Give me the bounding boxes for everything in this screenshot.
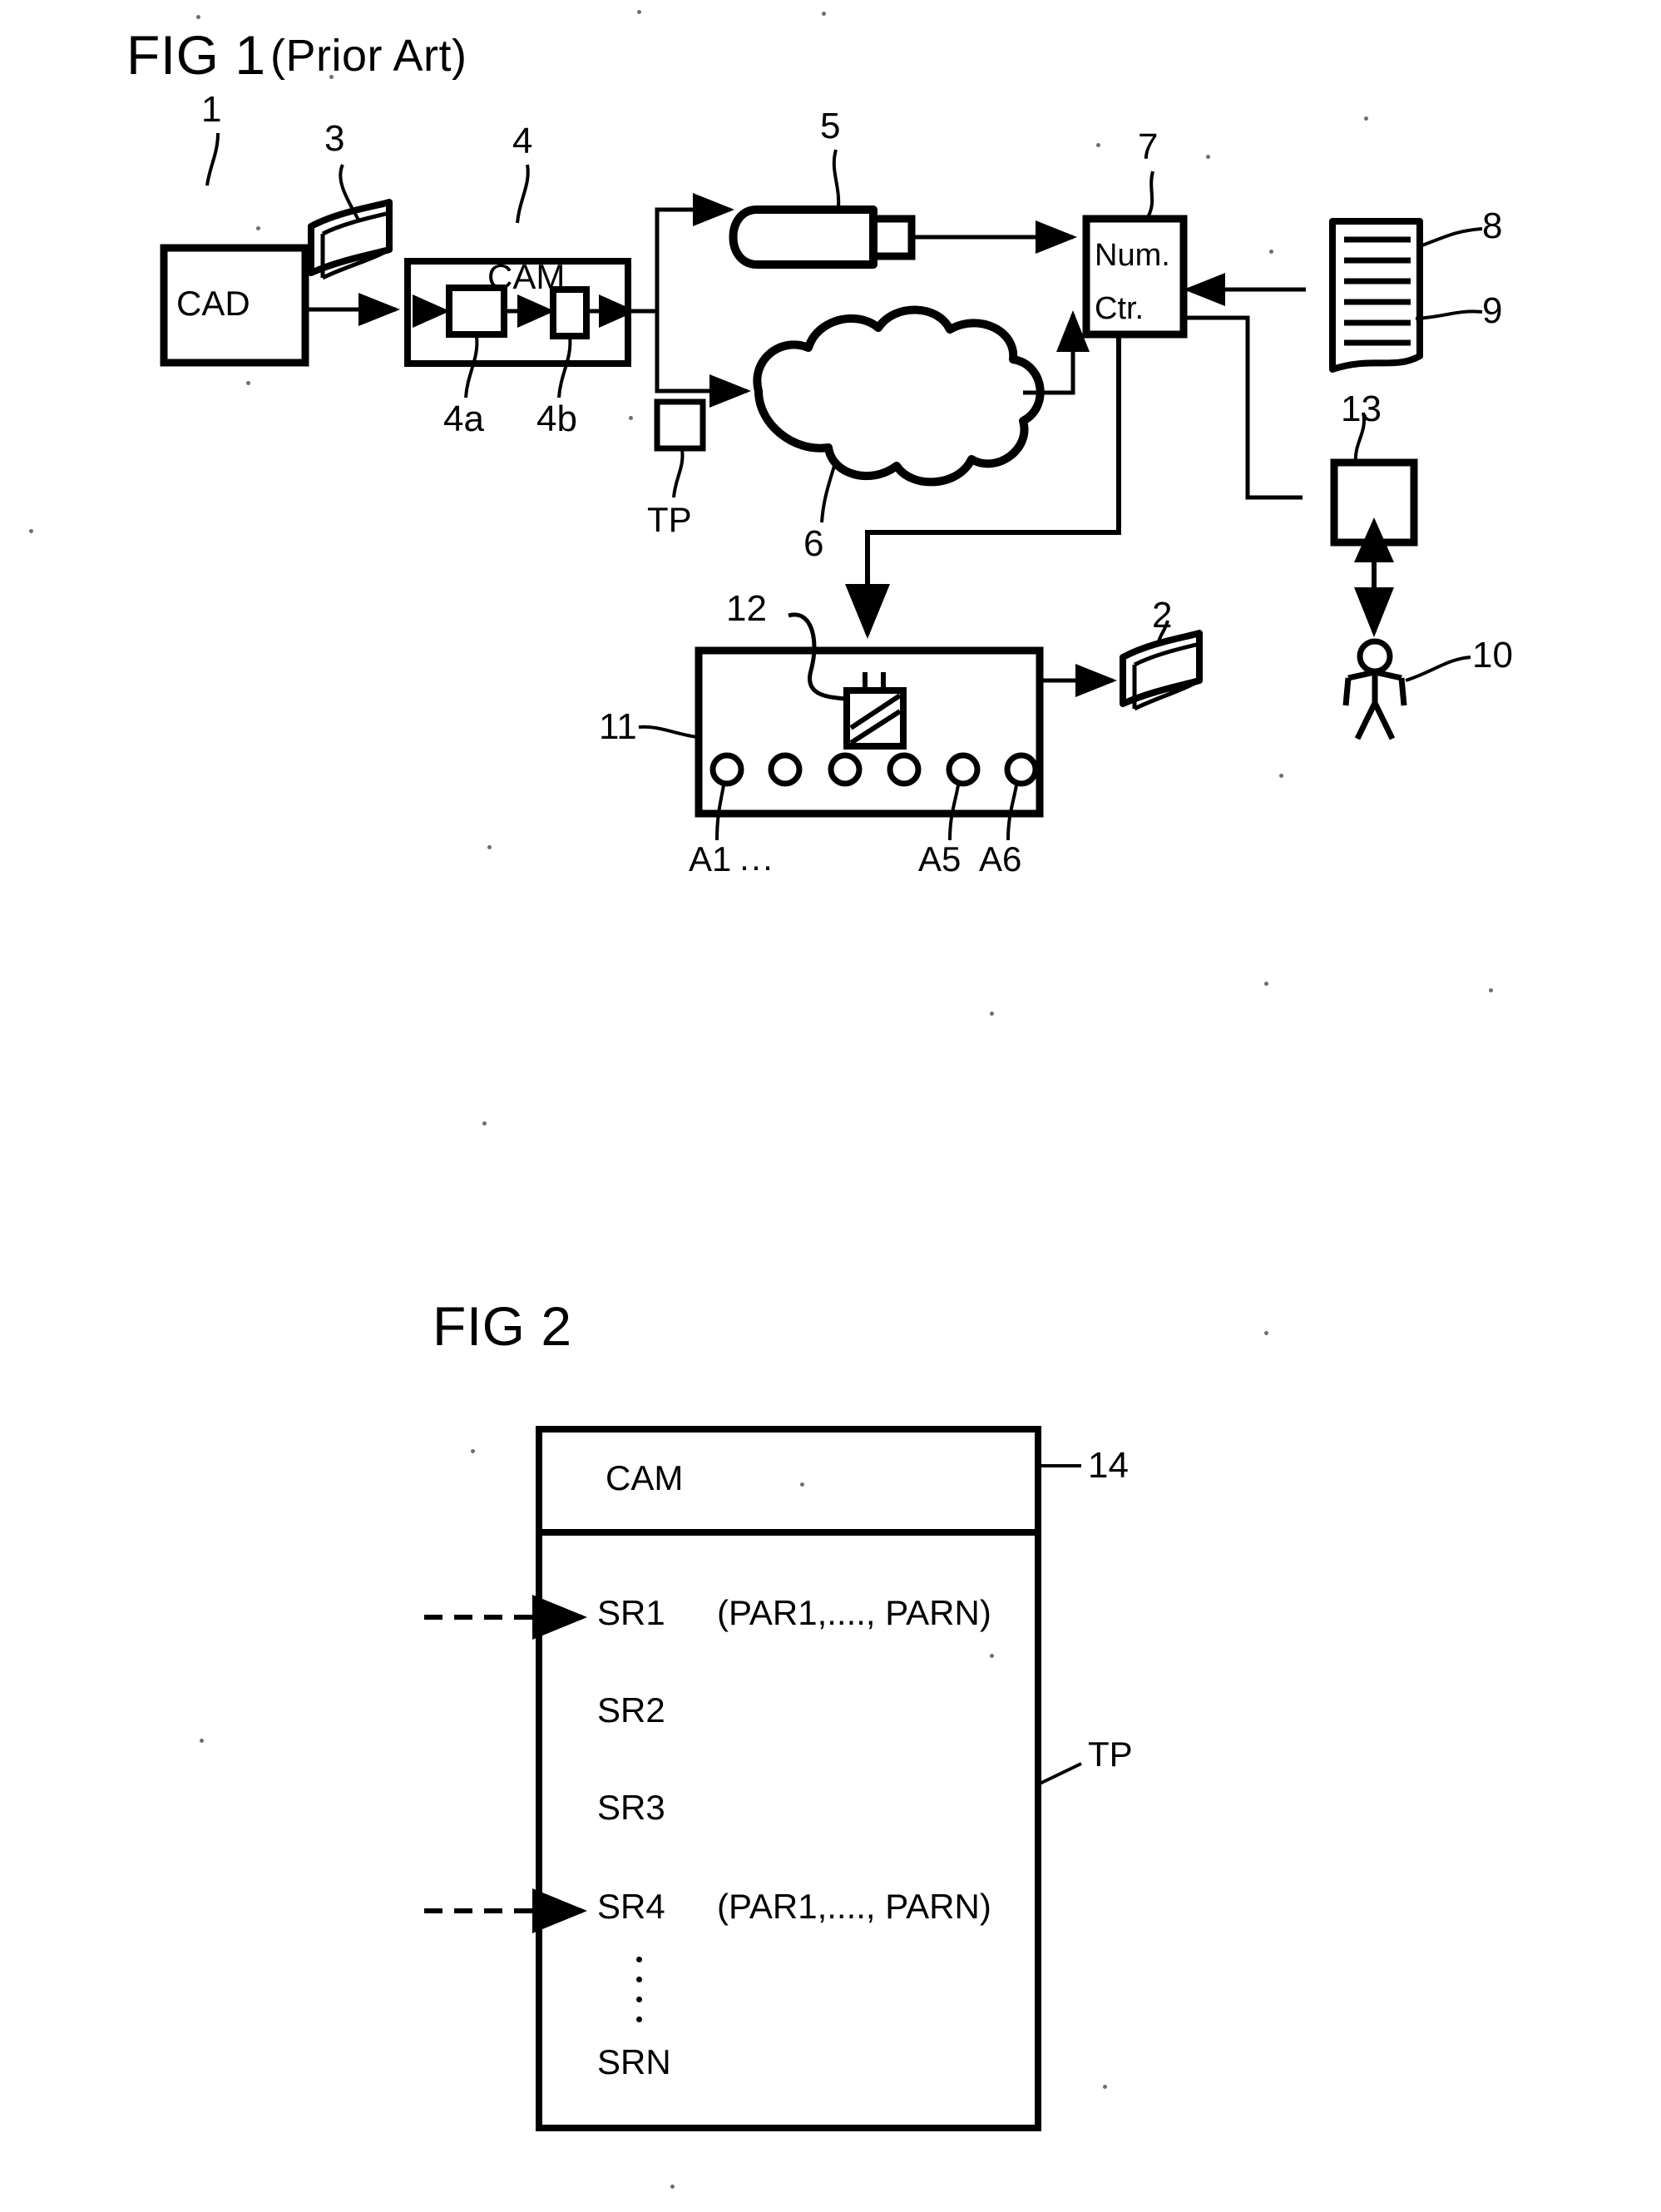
scan-speck xyxy=(670,2185,675,2189)
leader-line-11 xyxy=(638,725,698,739)
fig2-row-name-4: SRN xyxy=(597,2042,671,2081)
leader-line-5 xyxy=(832,149,841,209)
num-ctr-label-line2: Ctr. xyxy=(1095,291,1144,326)
ref-numeral-7: 7 xyxy=(1138,126,1159,167)
scan-speck xyxy=(246,381,250,385)
scan-speck xyxy=(256,226,260,230)
num-ctr-label-line1: Num. xyxy=(1095,238,1170,273)
scan-speck xyxy=(800,1482,804,1487)
operator-terminal-box xyxy=(1330,458,1418,547)
fig1-subtitle: (Prior Art) xyxy=(270,31,467,81)
scan-speck xyxy=(822,12,826,16)
scan-speck xyxy=(329,75,334,79)
line-controller-to-machine xyxy=(845,337,1121,639)
fig2-cam-header: CAM xyxy=(606,1458,684,1497)
diagram-vector-layer xyxy=(160,132,1483,2131)
scan-speck xyxy=(1096,143,1100,147)
ref-numeral-1: 1 xyxy=(201,89,222,130)
tp-label-fig2: TP xyxy=(1088,1734,1133,1774)
ref-numeral-2: 2 xyxy=(1152,595,1173,636)
axis-label-a5: A5 xyxy=(918,839,962,878)
scan-speck xyxy=(471,1449,475,1453)
scan-speck xyxy=(1206,155,1210,159)
scan-speck xyxy=(1269,250,1273,254)
network-cloud-6 xyxy=(753,305,1090,523)
axis-label-a1-ellipsis: ··· xyxy=(739,846,774,885)
fig2-row-params-3: (PAR1,...., PARN) xyxy=(717,1887,991,1926)
cad-label: CAD xyxy=(176,284,250,323)
ref-numeral-9: 9 xyxy=(1482,290,1503,331)
machine-axes-circles xyxy=(709,752,1039,841)
leader-line-tp-fig2 xyxy=(1037,1762,1082,1786)
ref-numeral-13: 13 xyxy=(1341,388,1382,429)
tp-label-fig1: TP xyxy=(647,500,692,539)
scan-speck xyxy=(29,529,33,533)
scan-speck xyxy=(1264,1331,1268,1335)
fig2-row-params-0: (PAR1,...., PARN) xyxy=(717,1593,991,1632)
axis-label-a1: A1 xyxy=(689,839,732,878)
line-controller-to-hmi xyxy=(1184,315,1303,500)
scan-speck xyxy=(990,1654,994,1658)
scan-speck xyxy=(482,1121,487,1126)
scan-speck xyxy=(637,10,641,14)
patent-drawing-page: FIG 1 (Prior Art) 1 3 4 4a 4b 5 6 7 8 9 … xyxy=(0,0,1661,2212)
leader-line-1 xyxy=(205,132,220,186)
scan-speck xyxy=(1364,116,1368,121)
scan-speck xyxy=(1264,982,1268,986)
machining-tool-12 xyxy=(843,672,907,750)
ref-numeral-10: 10 xyxy=(1472,635,1513,675)
scan-speck xyxy=(990,1012,994,1016)
fig2-vertical-ellipsis xyxy=(636,1957,642,2022)
cam-module-4b-box xyxy=(550,286,590,339)
scan-speck xyxy=(1103,2085,1107,2089)
fig2-row-name-0: SR1 xyxy=(597,1593,665,1632)
ref-numeral-11: 11 xyxy=(599,706,637,747)
scan-speck xyxy=(196,15,200,19)
fig2-title: FIG 2 xyxy=(433,1295,572,1357)
ref-numeral-5: 5 xyxy=(820,106,841,146)
fig2-outer-frame xyxy=(536,1426,1041,2131)
scan-speck xyxy=(1489,988,1493,992)
scan-speck xyxy=(200,1739,204,1743)
scan-speck xyxy=(629,416,633,420)
ref-numeral-4a: 4a xyxy=(443,398,484,439)
leader-line-7 xyxy=(1144,171,1154,221)
leader-line-12 xyxy=(788,612,846,701)
ref-numeral-8: 8 xyxy=(1482,205,1503,246)
scan-speck xyxy=(487,845,492,849)
ref-numeral-3: 3 xyxy=(324,118,345,159)
ref-numeral-12: 12 xyxy=(726,588,767,629)
fig1-title: FIG 1 xyxy=(126,24,266,86)
simulation-device-5 xyxy=(729,205,1077,269)
fig2-row-name-1: SR2 xyxy=(597,1690,665,1730)
tp-box xyxy=(654,398,706,498)
ref-numeral-4: 4 xyxy=(512,121,533,161)
ref-numeral-4b: 4b xyxy=(536,398,577,439)
fig2-row-name-3: SR4 xyxy=(597,1887,665,1926)
scan-speck xyxy=(1279,774,1283,778)
ref-numeral-14: 14 xyxy=(1088,1445,1129,1486)
workpiece-3 xyxy=(308,199,393,280)
nc-program-listing xyxy=(1329,218,1483,373)
axis-label-a6: A6 xyxy=(979,839,1022,878)
fig2-row-name-2: SR3 xyxy=(597,1788,665,1827)
leader-line-4 xyxy=(516,164,530,224)
ref-numeral-6: 6 xyxy=(803,523,824,564)
workpiece-2 xyxy=(1120,630,1203,711)
operator-figure xyxy=(1342,638,1471,740)
cam-label: CAM xyxy=(487,257,566,296)
